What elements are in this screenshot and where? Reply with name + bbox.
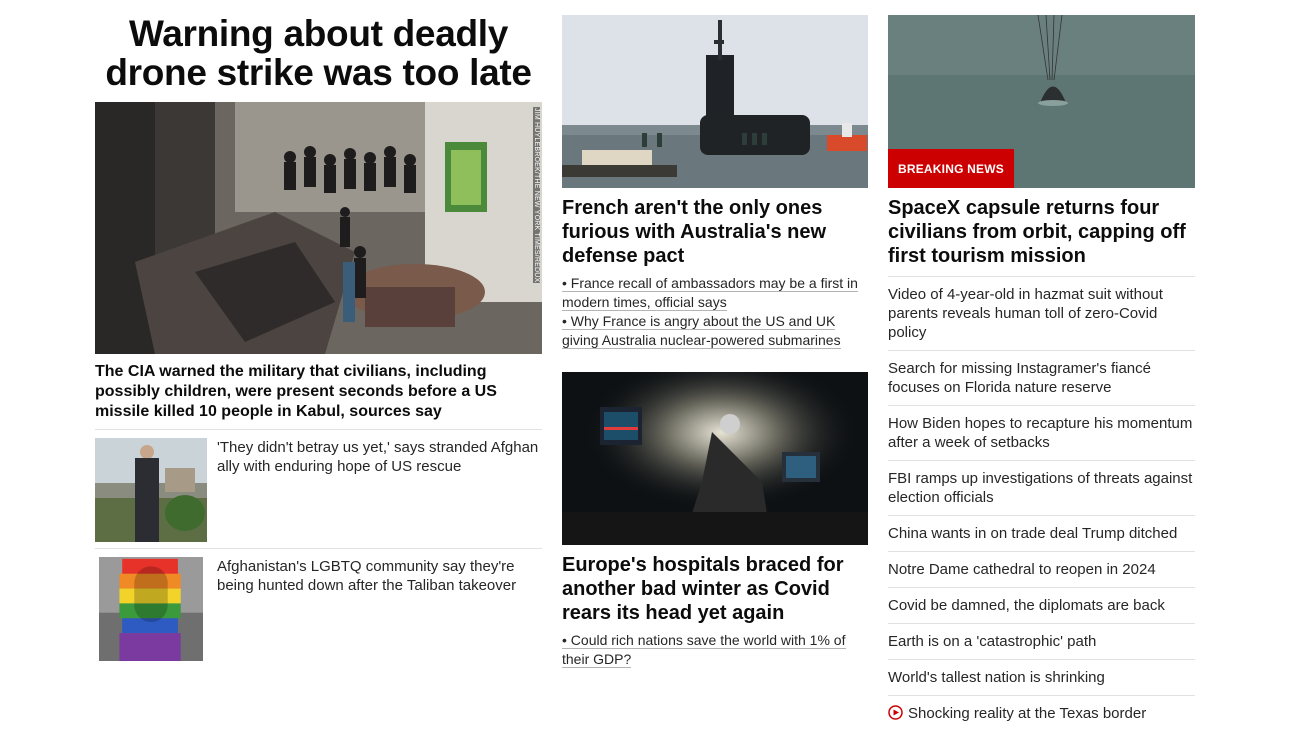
hero-image-drone-strike[interactable] [95, 102, 542, 354]
france-pact-headline[interactable]: French aren't the only ones furious with… [562, 196, 868, 268]
related-link[interactable]: • Why France is angry about the US and U… [562, 312, 868, 350]
list-item[interactable]: Earth is on a 'catastrophic' path [888, 624, 1195, 660]
side-stories: 'They didn't betray us yet,' says strand… [95, 430, 542, 667]
list-item[interactable]: How Biden hopes to recapture his momentu… [888, 406, 1195, 461]
list-item[interactable]: China wants in on trade deal Trump ditch… [888, 516, 1195, 552]
list-item[interactable]: Video of 4-year-old in hazmat suit witho… [888, 277, 1195, 351]
hero-caption[interactable]: The CIA warned the military that civilia… [95, 362, 542, 430]
list-item[interactable]: Search for missing Instagramer's fiancé … [888, 351, 1195, 406]
related-links: • France recall of ambassadors may be a … [562, 274, 868, 350]
hospital-image[interactable] [562, 372, 868, 545]
side-story-headline[interactable]: 'They didn't betray us yet,' says strand… [217, 438, 542, 542]
list-item[interactable]: World's tallest nation is shrinking [888, 660, 1195, 696]
video-list-item[interactable]: Shocking reality at the Texas border [888, 696, 1195, 729]
left-column: Warning about deadly drone strike was to… [95, 0, 542, 667]
breaking-news-badge: BREAKING NEWS [888, 149, 1014, 188]
list-item[interactable]: Notre Dame cathedral to reopen in 2024 [888, 552, 1195, 588]
headline-list: Video of 4-year-old in hazmat suit witho… [888, 276, 1195, 729]
related-link[interactable]: • Could rich nations save the world with… [562, 631, 868, 669]
play-video-icon [888, 705, 903, 720]
video-item-label: Shocking reality at the Texas border [908, 705, 1147, 722]
breaking-story-media[interactable]: BREAKING NEWS [888, 15, 1195, 188]
right-column: BREAKING NEWS SpaceX capsule returns fou… [888, 0, 1195, 729]
thumbnail-afghan-ally[interactable] [95, 438, 207, 542]
list-item[interactable]: Covid be damned, the diplomats are back [888, 588, 1195, 624]
hospitals-headline[interactable]: Europe's hospitals braced for another ba… [562, 553, 868, 625]
related-link[interactable]: • France recall of ambassadors may be a … [562, 274, 868, 312]
submarine-image[interactable] [562, 15, 868, 188]
side-story[interactable]: Afghanistan's LGBTQ community say they'r… [95, 549, 542, 667]
middle-column: French aren't the only ones furious with… [562, 0, 868, 669]
thumbnail-lgbtq[interactable] [95, 557, 207, 661]
spacex-headline[interactable]: SpaceX capsule returns four civilians fr… [888, 196, 1195, 268]
lead-headline[interactable]: Warning about deadly drone strike was to… [95, 14, 542, 92]
related-links: • Could rich nations save the world with… [562, 631, 868, 669]
photo-credit: JIM HUYLEBROEK/THE NEW YORK TIMES/REDUX [533, 107, 540, 284]
list-item[interactable]: FBI ramps up investigations of threats a… [888, 461, 1195, 516]
side-story-headline[interactable]: Afghanistan's LGBTQ community say they'r… [217, 557, 542, 661]
side-story[interactable]: 'They didn't betray us yet,' says strand… [95, 430, 542, 549]
